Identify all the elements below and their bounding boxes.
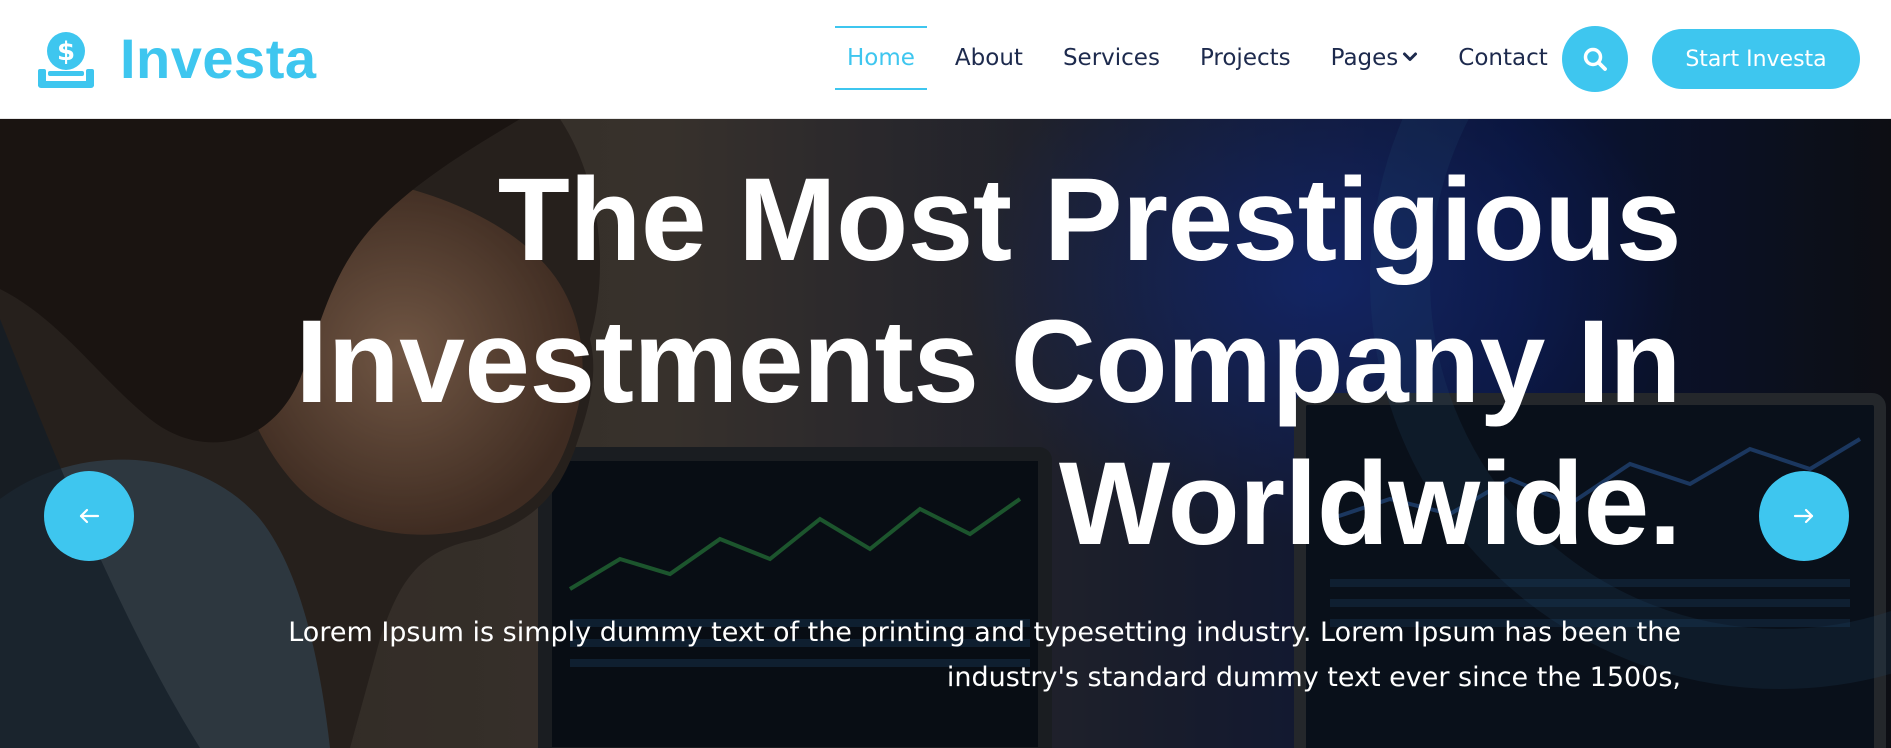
brand-name: Investa — [120, 27, 317, 90]
hero-title-line-2: Investments Company In — [295, 296, 1681, 428]
carousel-prev-button[interactable] — [44, 471, 134, 561]
carousel-next-button[interactable] — [1759, 471, 1849, 561]
search-button[interactable] — [1562, 26, 1628, 92]
arrow-left-icon — [79, 508, 100, 524]
search-icon — [1583, 47, 1607, 71]
nav-about[interactable]: About — [943, 26, 1035, 90]
svg-text:$: $ — [57, 37, 75, 67]
chevron-down-icon — [1403, 52, 1418, 61]
hero-title: The Most Prestigious Investments Company … — [181, 149, 1681, 575]
hero-title-line-3: Worldwide. — [1058, 438, 1682, 570]
hero-description: Lorem Ipsum is simply dummy text of the … — [288, 617, 1681, 693]
start-investa-button[interactable]: Start Investa — [1652, 29, 1860, 89]
nav-contact[interactable]: Contact — [1446, 26, 1559, 90]
navbar: $ Investa Home About Services Projects P… — [0, 0, 1891, 119]
nav-home[interactable]: Home — [835, 26, 927, 90]
brand-logo[interactable]: $ Investa — [34, 24, 317, 94]
nav-pages[interactable]: Pages — [1319, 26, 1431, 90]
hero-title-line-1: The Most Prestigious — [497, 154, 1682, 286]
nav-pages-label: Pages — [1330, 45, 1399, 71]
nav-projects[interactable]: Projects — [1188, 26, 1303, 90]
nav-services[interactable]: Services — [1051, 26, 1172, 90]
money-hand-icon: $ — [38, 32, 94, 88]
main-nav: Home About Services Projects Pages Conta… — [835, 26, 1576, 90]
arrow-right-icon — [1793, 508, 1814, 524]
hero-carousel: The Most Prestigious Investments Company … — [0, 119, 1891, 748]
